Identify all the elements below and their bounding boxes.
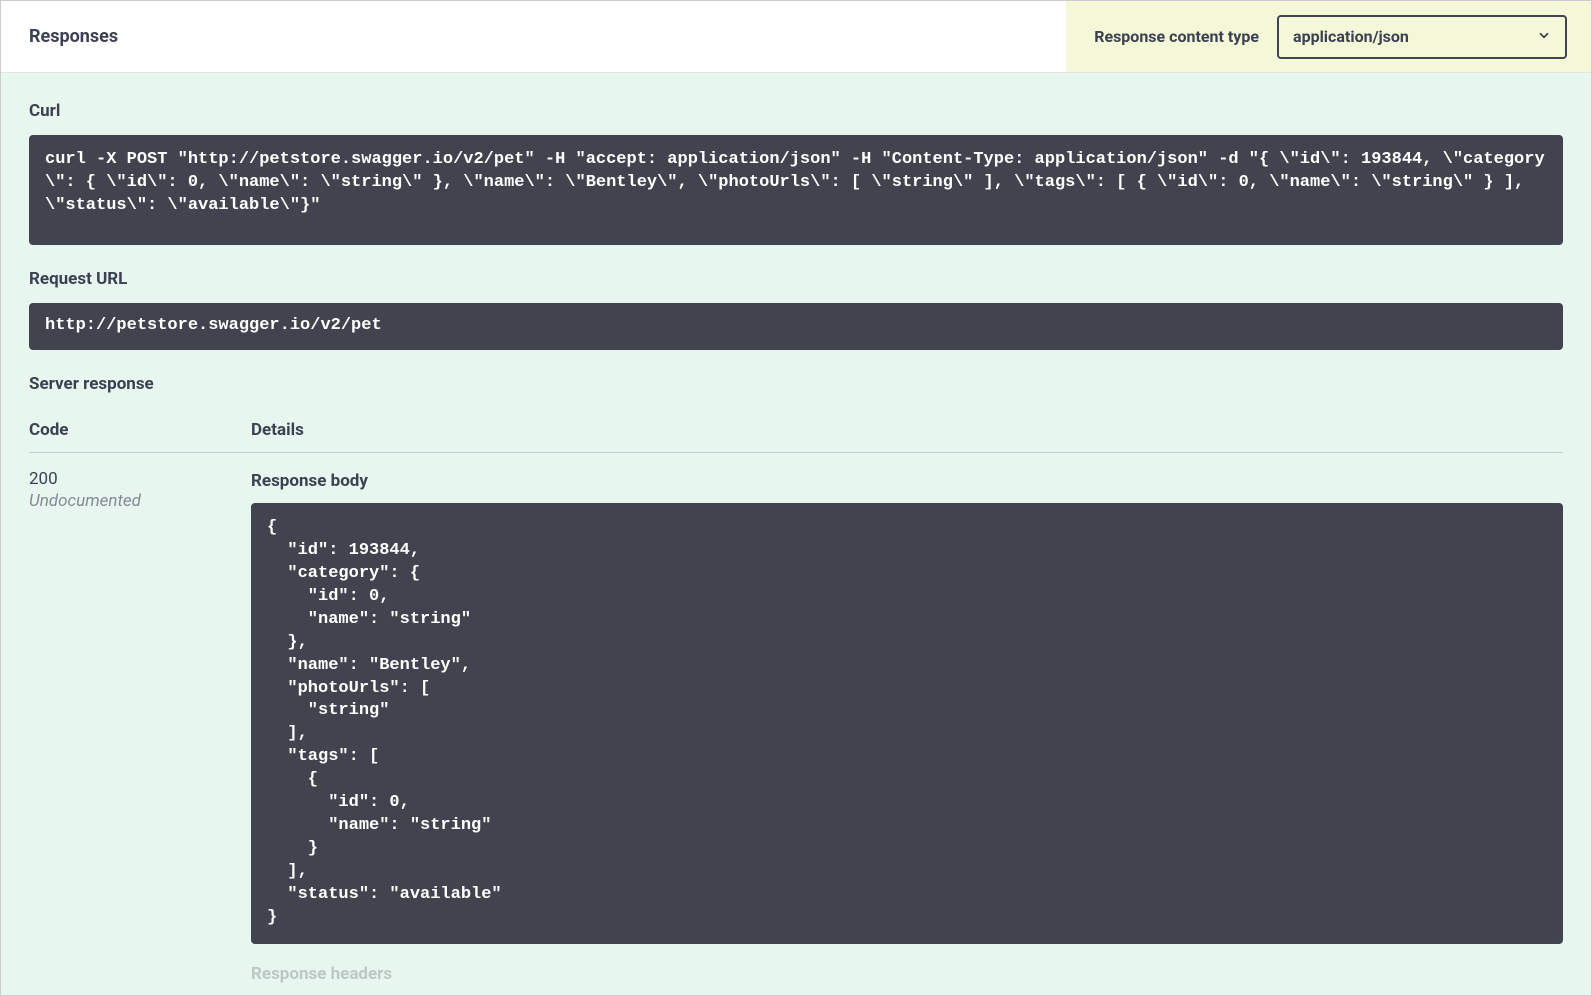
curl-label: Curl xyxy=(29,101,1563,121)
swagger-responses-panel: Responses Response content type applicat… xyxy=(0,0,1592,996)
response-undocumented: Undocumented xyxy=(29,491,251,511)
response-body-label: Response body xyxy=(251,471,1563,491)
response-code: 200 xyxy=(29,469,251,489)
response-details-cell: Response body { "id": 193844, "category"… xyxy=(251,469,1563,995)
server-response-row: 200 Undocumented Response body { "id": 1… xyxy=(29,453,1563,995)
responses-body: Curl curl -X POST "http://petstore.swagg… xyxy=(1,73,1591,995)
content-type-select[interactable]: application/json xyxy=(1277,15,1567,59)
content-type-area: Response content type application/json xyxy=(1066,1,1591,72)
content-type-label: Response content type xyxy=(1094,27,1259,46)
content-type-value: application/json xyxy=(1293,27,1409,46)
server-response-table: Code Details 200 Undocumented Response b… xyxy=(29,408,1563,995)
chevron-down-icon xyxy=(1537,27,1551,46)
request-url-label: Request URL xyxy=(29,269,1563,289)
response-headers-label: Response headers xyxy=(251,964,1563,984)
server-response-table-head: Code Details xyxy=(29,408,1563,453)
response-code-cell: 200 Undocumented xyxy=(29,469,251,995)
response-body-block[interactable]: { "id": 193844, "category": { "id": 0, "… xyxy=(251,503,1563,944)
server-response-label: Server response xyxy=(29,374,1563,394)
curl-command-block[interactable]: curl -X POST "http://petstore.swagger.io… xyxy=(29,135,1563,245)
responses-title: Responses xyxy=(1,26,118,47)
column-code: Code xyxy=(29,420,251,440)
column-details: Details xyxy=(251,420,1563,440)
request-url-block[interactable]: http://petstore.swagger.io/v2/pet xyxy=(29,303,1563,350)
responses-header: Responses Response content type applicat… xyxy=(1,1,1591,73)
